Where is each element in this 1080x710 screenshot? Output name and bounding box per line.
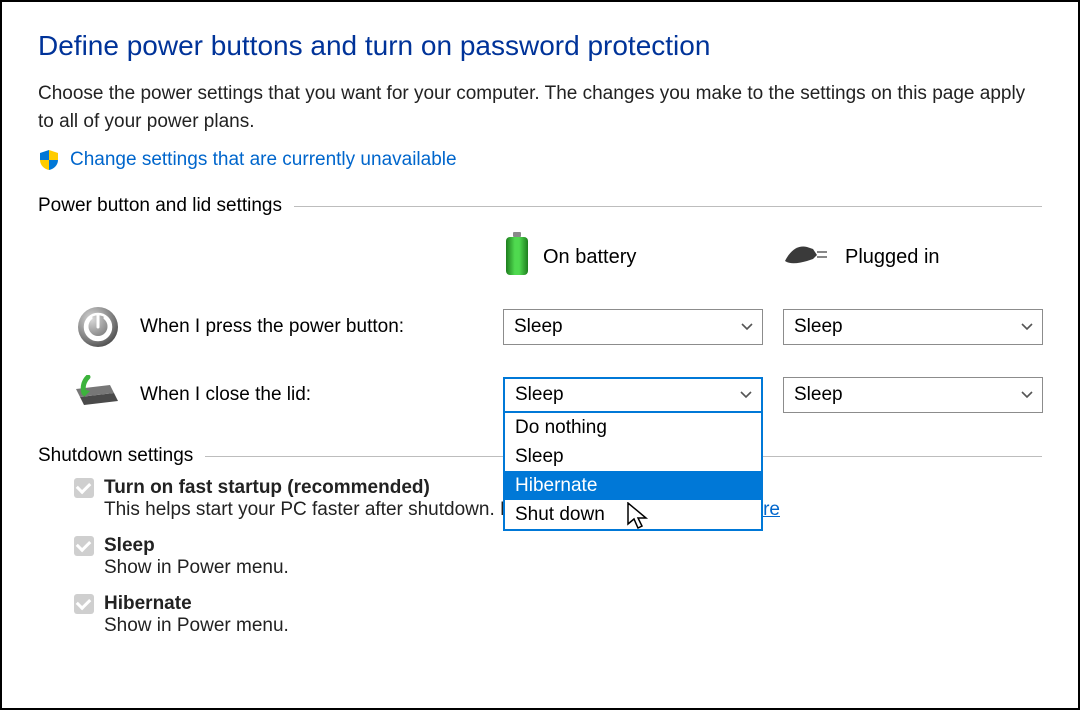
close-lid-battery-select[interactable]: Sleep Do nothing Sleep Hibernate Shut do… — [503, 377, 763, 413]
dropdown-option-sleep[interactable]: Sleep — [505, 442, 761, 471]
close-lid-plugged-select[interactable]: Sleep — [783, 377, 1043, 413]
close-lid-plugged-value: Sleep — [794, 384, 843, 406]
shield-icon — [38, 149, 60, 171]
close-lid-row-label: When I close the lid: — [140, 384, 311, 406]
sleep-option-description: Show in Power menu. — [104, 557, 1042, 579]
dropdown-option-do-nothing[interactable]: Do nothing — [505, 413, 761, 442]
on-battery-column-header: On battery — [503, 227, 763, 287]
hibernate-option-label: Hibernate — [104, 593, 192, 615]
fast-startup-label: Turn on fast startup (recommended) — [104, 477, 430, 499]
power-button-plugged-value: Sleep — [794, 316, 843, 338]
plugged-in-column-header: Plugged in — [783, 227, 1043, 287]
hibernate-checkbox[interactable] — [74, 594, 94, 614]
chevron-down-icon — [1020, 320, 1034, 334]
close-lid-battery-value: Sleep — [515, 384, 564, 406]
shutdown-section-label: Shutdown settings — [38, 445, 193, 467]
power-button-row-label: When I press the power button: — [140, 316, 404, 338]
change-settings-link[interactable]: Change settings that are currently unava… — [70, 149, 457, 171]
page-description: Choose the power settings that you want … — [38, 80, 1042, 135]
power-button-section-label: Power button and lid settings — [38, 195, 282, 217]
dropdown-option-hibernate[interactable]: Hibernate — [505, 471, 761, 500]
fast-startup-checkbox[interactable] — [74, 478, 94, 498]
divider — [294, 206, 1042, 207]
power-button-section-header: Power button and lid settings — [38, 195, 1042, 217]
power-button-icon — [74, 303, 122, 351]
on-battery-label: On battery — [543, 246, 636, 269]
battery-icon — [503, 232, 531, 282]
chevron-down-icon — [740, 320, 754, 334]
chevron-down-icon — [739, 388, 753, 402]
laptop-lid-icon — [74, 371, 122, 419]
hibernate-option-description: Show in Power menu. — [104, 615, 1042, 637]
plug-icon — [783, 239, 833, 275]
plugged-in-label: Plugged in — [845, 246, 940, 269]
page-title: Define power buttons and turn on passwor… — [38, 30, 1042, 62]
power-button-battery-value: Sleep — [514, 316, 563, 338]
sleep-checkbox[interactable] — [74, 536, 94, 556]
close-lid-battery-dropdown[interactable]: Do nothing Sleep Hibernate Shut down — [503, 413, 763, 531]
power-button-battery-select[interactable]: Sleep — [503, 309, 763, 345]
dropdown-option-shut-down[interactable]: Shut down — [505, 500, 761, 529]
sleep-option-label: Sleep — [104, 535, 155, 557]
power-button-plugged-select[interactable]: Sleep — [783, 309, 1043, 345]
chevron-down-icon — [1020, 388, 1034, 402]
